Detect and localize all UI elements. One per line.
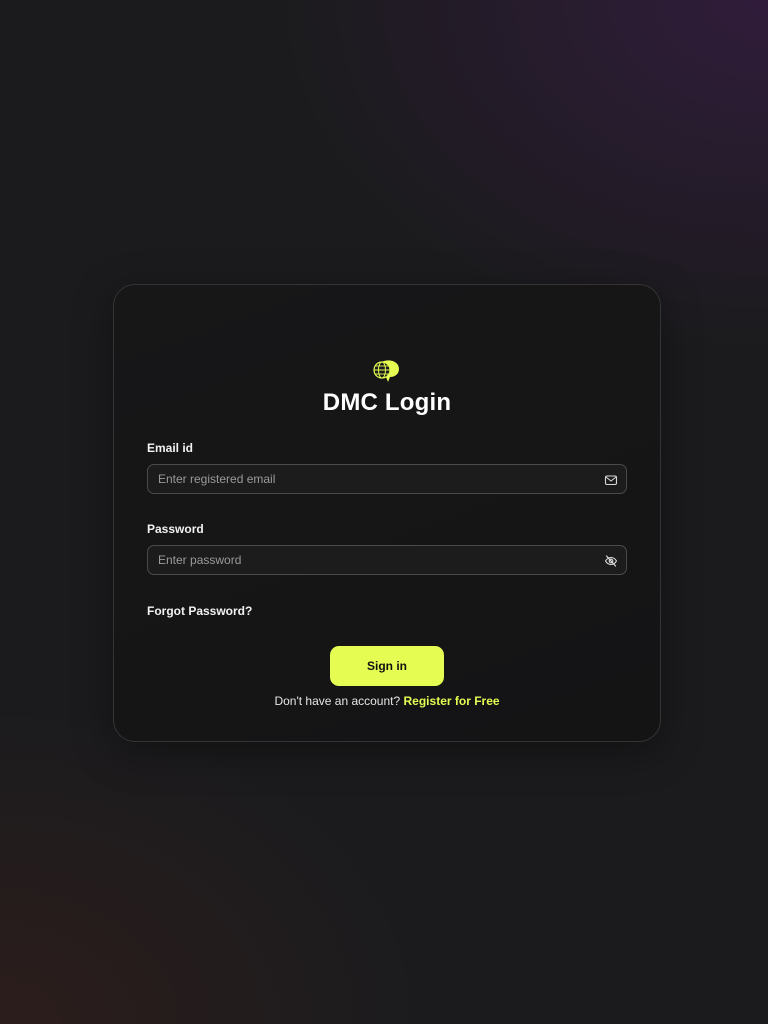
globe-chat-icon: [373, 360, 399, 382]
password-field-container[interactable]: [147, 545, 627, 575]
password-label: Password: [147, 522, 204, 536]
email-label: Email id: [147, 441, 194, 455]
register-prompt: Don't have an account? Register for Free: [114, 694, 660, 708]
register-prompt-text: Don't have an account?: [274, 694, 401, 708]
sign-in-button[interactable]: Sign in: [330, 646, 444, 686]
register-link[interactable]: Register for Free: [404, 694, 500, 708]
forgot-password-link[interactable]: Forgot Password?: [147, 604, 252, 618]
mail-icon: [604, 475, 618, 486]
email-input[interactable]: [148, 465, 626, 493]
login-card: DMC Login Email id Password Forgot Passw…: [113, 284, 661, 742]
page-title: DMC Login: [322, 389, 452, 416]
eye-off-icon[interactable]: [604, 554, 618, 568]
password-input[interactable]: [148, 546, 626, 574]
email-field-container[interactable]: [147, 464, 627, 494]
